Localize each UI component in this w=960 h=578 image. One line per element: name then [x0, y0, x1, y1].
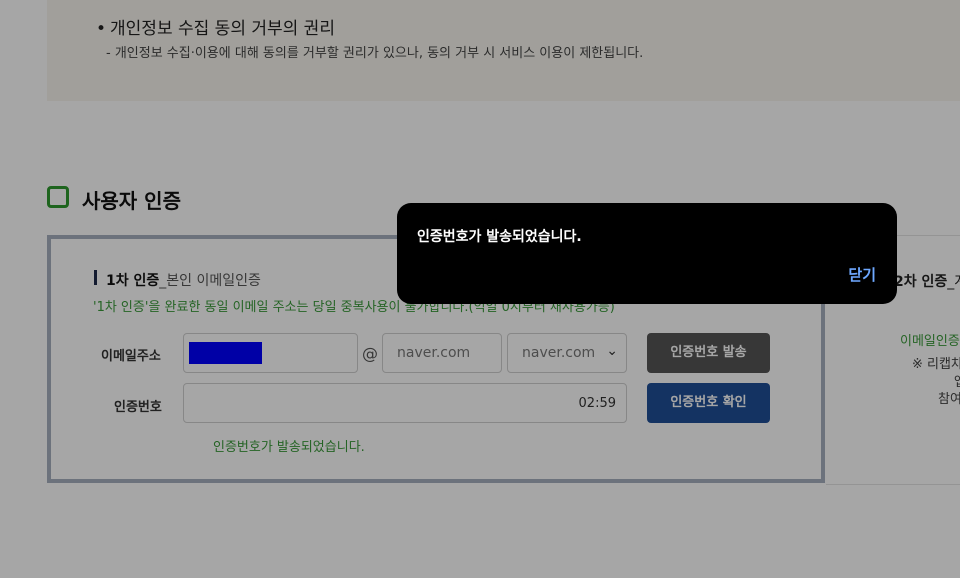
alert-dialog: 인증번호가 발송되었습니다. 닫기	[397, 203, 897, 304]
dialog-close-button[interactable]: 닫기	[848, 264, 876, 285]
dialog-message: 인증번호가 발송되었습니다.	[417, 229, 582, 245]
